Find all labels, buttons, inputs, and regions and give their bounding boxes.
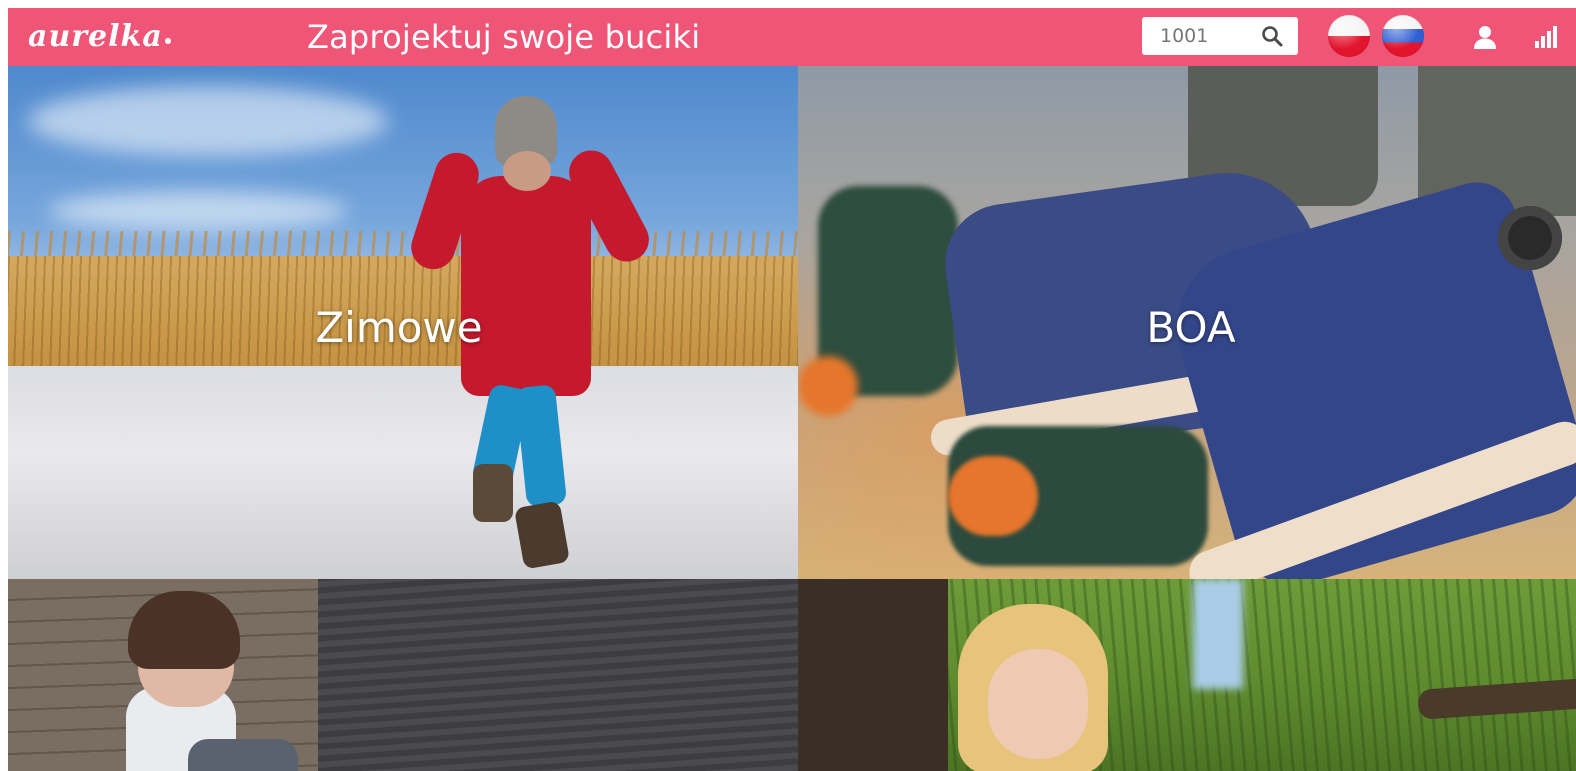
child-leg <box>514 384 568 508</box>
tile-label-boa: BOA <box>1146 303 1236 352</box>
page-frame: aurelka Zaprojektuj swoje buciki 1001 Zi… <box>8 8 1576 771</box>
user-icon[interactable] <box>1472 24 1498 50</box>
child-boot <box>473 464 513 522</box>
page-title: Zaprojektuj swoje buciki <box>307 18 701 56</box>
search-input[interactable] <box>1142 17 1252 55</box>
category-tile-4[interactable] <box>798 579 1576 771</box>
child-coat <box>461 176 591 396</box>
logo-text: aurelka <box>28 19 163 54</box>
girl-face <box>988 649 1088 759</box>
poland-flag-icon[interactable] <box>1328 15 1370 57</box>
tree-trunk <box>798 579 948 771</box>
tile-label-zimowe: Zimowe <box>315 303 483 352</box>
category-tile-boa[interactable]: BOA <box>798 66 1576 579</box>
orange-toe <box>798 356 858 416</box>
boy-hair <box>128 591 240 669</box>
category-tile-zimowe[interactable]: Zimowe <box>8 66 798 579</box>
flag-gloss <box>1328 15 1370 57</box>
logo[interactable]: aurelka <box>28 20 171 54</box>
flag-gloss <box>1382 15 1424 57</box>
blanket <box>188 739 298 771</box>
search-box <box>1142 17 1298 55</box>
search-icon[interactable] <box>1260 24 1284 48</box>
header-bar: aurelka Zaprojektuj swoje buciki <box>8 8 1576 66</box>
boa-dial <box>1498 206 1562 270</box>
logo-dot <box>164 38 171 44</box>
child-face <box>503 151 551 191</box>
category-tile-3[interactable] <box>8 579 798 771</box>
sky-gap <box>1193 579 1243 689</box>
russia-flag-icon[interactable] <box>1382 15 1424 57</box>
orange-toe <box>948 456 1038 536</box>
child-boot <box>513 500 571 570</box>
cloud <box>28 86 388 156</box>
signal-bars-icon[interactable] <box>1534 26 1558 48</box>
cloud <box>48 191 348 231</box>
snow-ground <box>8 366 798 579</box>
